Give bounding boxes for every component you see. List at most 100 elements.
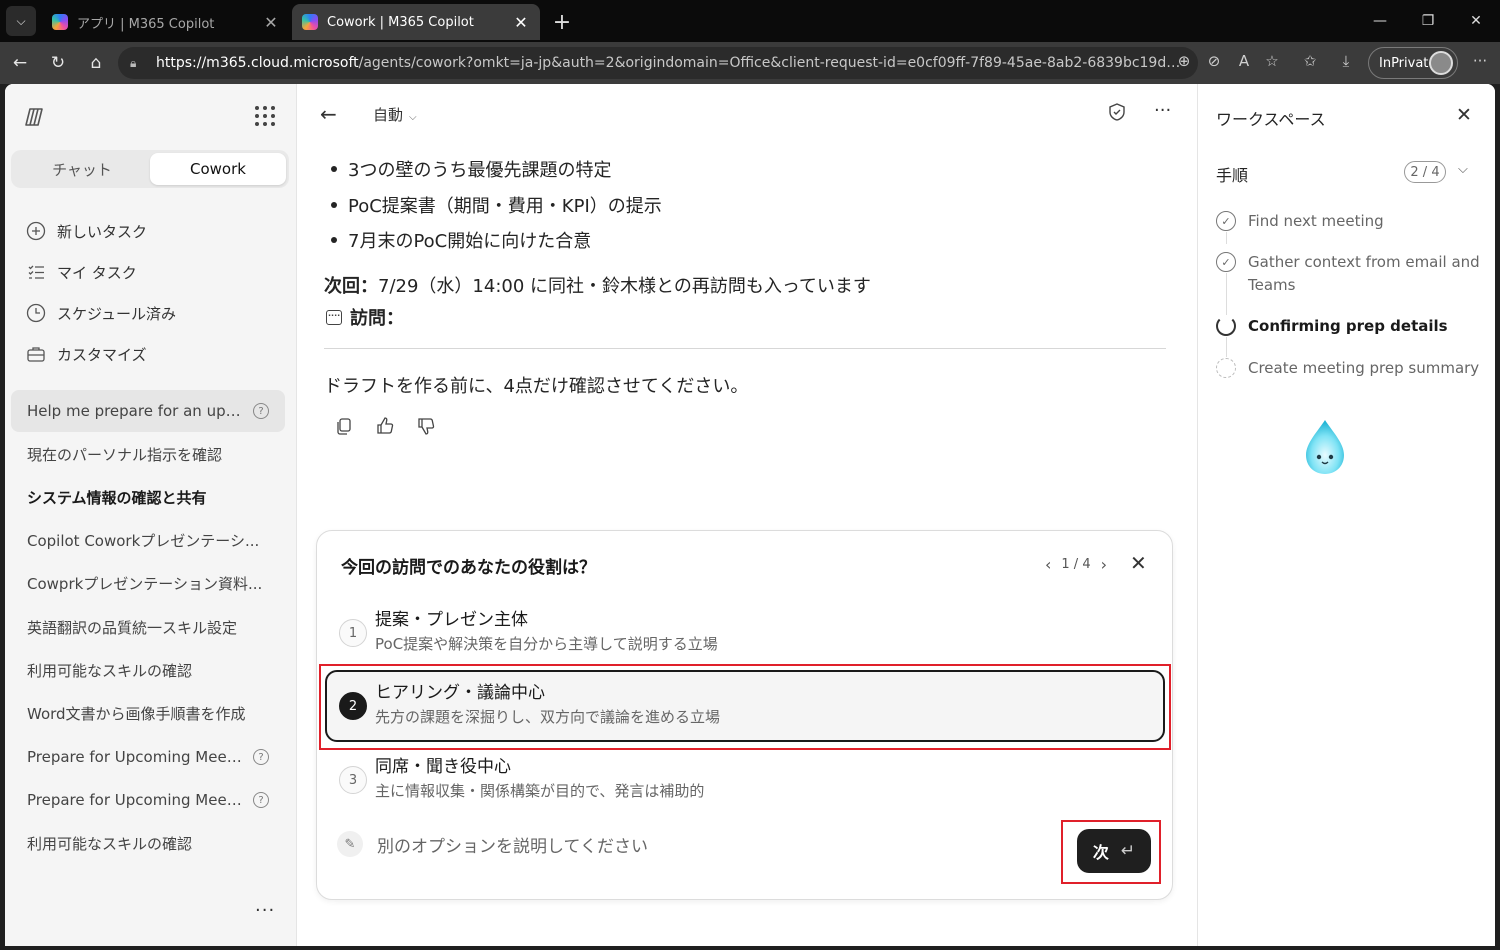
sidebar-item-label: カスタマイズ — [57, 345, 147, 364]
url-host: https://m365.cloud.microsoft — [156, 55, 359, 71]
other-option-input[interactable]: ✎ 別のオプションを説明してください — [337, 831, 648, 857]
option-number: 3 — [339, 766, 367, 794]
sidebar-item-customize[interactable]: カスタマイズ — [25, 341, 147, 367]
option-title: 同席・聞き役中心 — [375, 757, 511, 777]
option-title: ヒアリング・議論中心 — [375, 683, 545, 703]
sidebar-more-button[interactable]: ··· — [255, 900, 275, 921]
home-button[interactable]: ⌂ — [82, 50, 110, 76]
main-conversation: ← 自動 ⌵ ··· 3つの壁のうち最優先課題の特定 PoC提案書（期間・費用・K… — [298, 84, 1196, 946]
check-circle-icon: ✓ — [1216, 211, 1236, 231]
history-item[interactable]: Prepare for Upcoming Meet... ? — [11, 736, 285, 778]
workspace-panel: ワークスペース ✕ 手順 2 / 4 ⌵ ✓ Find next meeting… — [1197, 84, 1495, 946]
browser-menu-icon[interactable]: ··· — [1468, 52, 1492, 70]
option-description: PoC提案や解決策を自分から主導して説明する立場 — [375, 635, 718, 653]
step-label: Find next meeting — [1248, 212, 1384, 230]
pencil-icon: ✎ — [337, 831, 363, 857]
history-item[interactable]: 英語翻訳の品質統一スキル設定 — [11, 606, 285, 648]
next-detail: 7/29（水）14:00 に同社・鈴木様との再訪問も入っています — [378, 276, 871, 297]
copy-icon[interactable] — [332, 416, 356, 440]
history-item[interactable]: Cowprkプレゼンテーション資料... — [11, 562, 285, 604]
browser-tab-cowork[interactable]: Cowork | M365 Copilot ✕ — [292, 4, 540, 40]
list-item: 3つの壁のうち最優先課題の特定 — [331, 156, 611, 182]
history-item[interactable]: Word文書から画像手順書を作成 — [11, 692, 285, 734]
restore-button[interactable]: ❐ — [1408, 8, 1448, 34]
sidebar-item-label: 新しいタスク — [57, 222, 148, 241]
refresh-button[interactable]: ↻ — [44, 50, 72, 76]
history-item[interactable]: 現在のパーソナル指示を確認 — [11, 433, 285, 475]
tab-title: アプリ | M365 Copilot — [77, 16, 215, 32]
tab-cowork[interactable]: Cowork — [150, 153, 286, 185]
step-label: Confirming prep details — [1248, 317, 1448, 335]
history-item[interactable]: 利用可能なスキルの確認 — [11, 822, 285, 864]
history-item[interactable]: 利用可能なスキルの確認 — [11, 649, 285, 691]
shield-check-icon[interactable] — [1106, 102, 1128, 124]
close-icon[interactable]: ✕ — [1456, 104, 1472, 126]
lock-icon: 🔒︎ — [130, 55, 137, 70]
spinner-icon — [1216, 316, 1236, 336]
copilot-logo-icon[interactable] — [23, 104, 49, 130]
pending-circle-icon — [1216, 358, 1236, 378]
zoom-icon[interactable]: ⊕ — [1172, 52, 1196, 70]
step-item: Confirming prep details — [1216, 315, 1486, 338]
browser-tab-bar: ⌵ アプリ | M365 Copilot ✕ Cowork | M365 Cop… — [0, 0, 1500, 42]
option-description: 先方の課題を深掘りし、双方向で議論を進める立場 — [375, 708, 721, 726]
next-button[interactable]: 次 ↵ — [1077, 829, 1151, 873]
list-item: 7月末のPoC開始に向けた合意 — [331, 227, 591, 253]
chevron-right-icon[interactable]: › — [1101, 555, 1107, 574]
close-icon[interactable]: ✕ — [262, 13, 280, 32]
history-item[interactable]: Copilot Coworkプレゼンテーシ... — [11, 519, 285, 561]
chevron-down-icon[interactable]: ⌵ — [1458, 162, 1468, 177]
history-item[interactable]: Help me prepare for an upc... ? — [11, 390, 285, 432]
chevron-left-icon[interactable]: ‹ — [1045, 555, 1051, 574]
url-field[interactable]: 🔒︎ https://m365.cloud.microsoft/agents/c… — [118, 47, 1198, 79]
inprivate-badge[interactable]: InPrivate — [1368, 47, 1458, 79]
new-tab-button[interactable]: + — [548, 8, 576, 36]
close-icon[interactable]: ✕ — [512, 13, 530, 32]
sidebar-item-new-task[interactable]: 新しいタスク — [25, 218, 147, 244]
back-button[interactable]: ← — [6, 50, 34, 76]
clock-icon — [25, 302, 47, 324]
briefcase-icon — [25, 343, 47, 365]
history-item[interactable]: システム情報の確認と共有 — [11, 476, 285, 518]
downloads-icon[interactable]: ⤓ — [1334, 52, 1358, 70]
tab-chat[interactable]: チャット — [14, 153, 150, 185]
thumbs-down-icon[interactable] — [414, 416, 438, 440]
sidebar-item-scheduled[interactable]: スケジュール済み — [25, 300, 176, 326]
sidebar-item-my-tasks[interactable]: マイ タスク — [25, 259, 137, 285]
next-label: 次回： — [324, 276, 378, 297]
next-visit-text: 次回：7/29（水）14:00 に同社・鈴木様との再訪問も入っています — [324, 272, 871, 298]
window-close-button[interactable]: ✕ — [1456, 8, 1496, 34]
option-2[interactable]: 2 ヒアリング・議論中心 先方の課題を深掘りし、双方向で議論を進める立場 — [325, 670, 1165, 742]
more-options-icon[interactable]: ··· — [1154, 100, 1171, 121]
enter-key-icon: ↵ — [1120, 841, 1136, 861]
check-circle-icon: ✓ — [1216, 252, 1236, 272]
option-3[interactable]: 3 同席・聞き役中心 主に情報収集・関係構築が目的で、発言は補助的 — [325, 744, 1165, 816]
close-icon[interactable]: ✕ — [1130, 551, 1147, 575]
option-1[interactable]: 1 提案・プレゼン主体 PoC提案や解決策を自分から主導して説明する立場 — [325, 597, 1165, 669]
left-sidebar: チャット Cowork 新しいタスク マイ タスク スケジュール済み カスタマイ… — [5, 84, 297, 946]
plus-circle-icon — [25, 220, 47, 242]
question-card: 今回の訪問でのあなたの役割は？ ‹ 1 / 4 › ✕ 1 提案・プレゼン主体 … — [316, 530, 1173, 900]
mode-dropdown[interactable]: 自動 ⌵ — [373, 104, 417, 125]
tab-actions-menu-button[interactable]: ⌵ — [6, 6, 36, 36]
favorite-star-icon[interactable]: ☆ — [1260, 52, 1284, 70]
favorites-icon[interactable]: ✩ — [1298, 52, 1322, 70]
copilot-favicon-icon — [302, 14, 318, 30]
option-number: 2 — [339, 692, 367, 720]
back-arrow-icon[interactable]: ← — [320, 102, 337, 126]
step-item: ✓ Gather context from email and Teams — [1216, 251, 1486, 297]
workspace-title: ワークスペース — [1216, 110, 1326, 129]
history-item[interactable]: Prepare for Upcoming Meet... ? — [11, 779, 285, 821]
app-launcher-icon[interactable] — [253, 104, 277, 128]
step-item: ✓ Find next meeting — [1216, 210, 1486, 233]
assistant-prompt: ドラフトを作る前に、4点だけ確認させてください。 — [324, 376, 749, 397]
read-aloud-icon[interactable]: A — [1232, 52, 1256, 70]
copilot-app: チャット Cowork 新しいタスク マイ タスク スケジュール済み カスタマイ… — [5, 84, 1495, 946]
help-icon: ? — [253, 403, 269, 419]
other-option-placeholder: 別のオプションを説明してください — [377, 836, 648, 857]
minimize-button[interactable]: — — [1360, 8, 1400, 34]
tracking-prevention-icon[interactable]: ⊘ — [1202, 52, 1226, 70]
browser-tab-apps[interactable]: アプリ | M365 Copilot ✕ — [42, 4, 290, 40]
thumbs-up-icon[interactable] — [373, 416, 397, 440]
steps-progress-badge: 2 / 4 — [1404, 161, 1446, 183]
